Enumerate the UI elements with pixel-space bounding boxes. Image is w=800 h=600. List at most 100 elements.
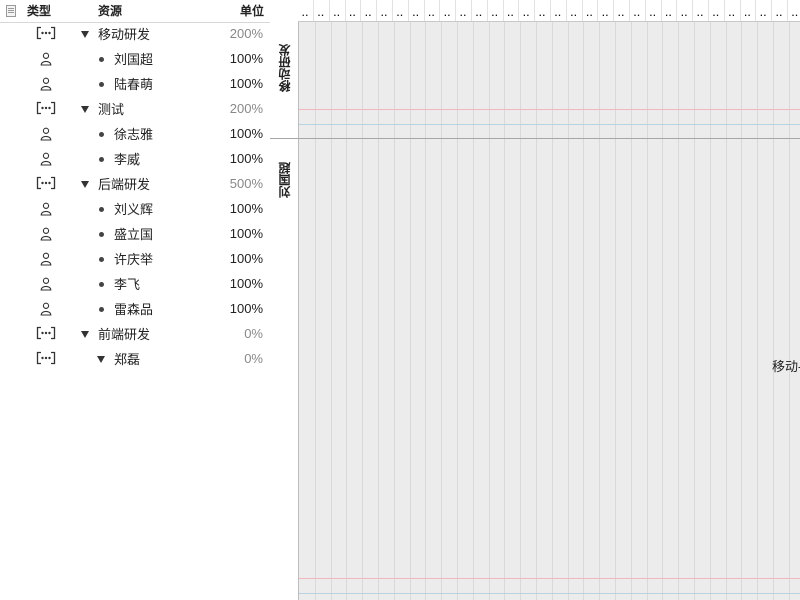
timeline-tick: .. (614, 0, 630, 21)
resource-name: 李飞 (114, 277, 141, 292)
bullet-icon (99, 307, 104, 312)
timeline-tick: .. (630, 0, 646, 21)
group-icon (36, 26, 56, 40)
bullet-icon (99, 132, 104, 137)
expand-triangle-icon[interactable] (97, 356, 105, 363)
resource-unit: 100% (229, 226, 263, 241)
timeline-tick: .. (693, 0, 709, 21)
resource-group-row[interactable]: 郑磊 0% (0, 347, 270, 372)
timeline-tick: .. (598, 0, 615, 21)
resource-list: 移动研发 200% 刘国超 100% 陆春萌 100% 测试 200% 徐志雅 100% 李威 100… (0, 22, 270, 372)
document-icon[interactable] (6, 5, 16, 17)
group-icon (36, 101, 56, 115)
timeline-tick: .. (409, 0, 425, 21)
capacity-limit-line (299, 109, 800, 110)
bullet-icon (99, 232, 104, 237)
timeline-tick: .. (330, 0, 346, 21)
resource-panel: 类型 资源 单位 移动研发 200% 刘国超 100% 陆春萌 100% 测试 200% 徐志雅… (0, 0, 270, 600)
resource-name: 雷森品 (114, 302, 154, 317)
resource-person-row[interactable]: 陆春萌 100% (0, 72, 270, 97)
resource-unit: 200% (229, 26, 263, 41)
bullet-icon (99, 82, 104, 87)
timeline-tick: .. (788, 0, 800, 21)
column-header-type[interactable]: 类型 (27, 4, 51, 18)
resource-name: 后端研发 (98, 177, 151, 192)
resource-unit: 100% (229, 76, 263, 91)
resource-name: 郑磊 (114, 352, 141, 367)
timeline-tick: .. (709, 0, 725, 21)
resource-person-row[interactable]: 刘义辉 100% (0, 197, 270, 222)
person-icon (40, 202, 52, 216)
timeline-header: ........................................… (298, 0, 800, 22)
timeline-tick: .. (567, 0, 583, 21)
resource-person-row[interactable]: 李飞 100% (0, 272, 270, 297)
timeline-tick: .. (740, 0, 757, 21)
task-bar-label[interactable]: 移动- (772, 359, 800, 375)
resource-name: 许庆举 (114, 252, 154, 267)
resource-person-row[interactable]: 李威 100% (0, 147, 270, 172)
timeline-tick: .. (456, 0, 472, 21)
resource-group-row[interactable]: 前端研发 0% (0, 322, 270, 347)
timeline-tick: .. (677, 0, 694, 21)
resource-unit: 100% (229, 251, 263, 266)
bullet-icon (99, 207, 104, 212)
resource-group-row[interactable]: 移动研发 200% (0, 22, 270, 47)
gantt-grid[interactable] (298, 22, 800, 600)
timeline-tick: .. (519, 0, 536, 21)
expand-triangle-icon[interactable] (81, 31, 89, 38)
resource-name: 徐志雅 (114, 127, 154, 142)
expand-triangle-icon[interactable] (81, 181, 89, 188)
resource-unit: 100% (229, 51, 263, 66)
resource-unit: 0% (244, 351, 263, 366)
timeline-tick: .. (472, 0, 488, 21)
bullet-icon (99, 57, 104, 62)
column-header-unit[interactable]: 单位 (240, 4, 264, 18)
timeline-tick: .. (725, 0, 741, 21)
expand-triangle-icon[interactable] (81, 106, 89, 113)
resource-unit: 200% (229, 101, 263, 116)
resource-name: 李威 (114, 152, 141, 167)
load-line (299, 593, 800, 594)
timeline-tick: .. (345, 0, 362, 21)
person-icon (40, 127, 52, 141)
resource-unit: 100% (229, 126, 263, 141)
resource-group-row[interactable]: 测试 200% (0, 97, 270, 122)
resource-name: 前端研发 (98, 327, 151, 342)
group-icon (36, 326, 56, 340)
resource-person-row[interactable]: 许庆举 100% (0, 247, 270, 272)
lane-divider (270, 138, 800, 139)
timeline-tick: .. (646, 0, 662, 21)
timeline-tick: .. (361, 0, 378, 21)
timeline-tick: .. (772, 0, 788, 21)
group-icon (36, 176, 56, 190)
bullet-icon (99, 257, 104, 262)
resource-person-row[interactable]: 盛立国 100% (0, 222, 270, 247)
person-icon (40, 77, 52, 91)
timeline-tick: .. (393, 0, 409, 21)
expand-triangle-icon[interactable] (81, 331, 89, 338)
lane-label-person: 刘国超 (278, 162, 292, 198)
timeline-tick: .. (582, 0, 599, 21)
timeline-tick: .. (424, 0, 441, 21)
resource-unit: 100% (229, 276, 263, 291)
lane-label-group: 移动研发 (278, 44, 292, 92)
resource-name: 盛立国 (114, 227, 154, 242)
resource-person-row[interactable]: 雷森品 100% (0, 297, 270, 322)
gantt-chart-area: ........................................… (270, 0, 800, 600)
person-icon (40, 302, 52, 316)
timeline-tick: .. (298, 0, 314, 21)
timeline-tick: .. (440, 0, 457, 21)
timeline-tick: .. (488, 0, 504, 21)
timeline-tick: .. (377, 0, 393, 21)
resource-name: 刘义辉 (114, 202, 154, 217)
resource-unit: 500% (229, 176, 263, 191)
resource-group-row[interactable]: 后端研发 500% (0, 172, 270, 197)
resource-person-row[interactable]: 刘国超 100% (0, 47, 270, 72)
resource-person-row[interactable]: 徐志雅 100% (0, 122, 270, 147)
bullet-icon (99, 282, 104, 287)
resource-unit: 100% (229, 301, 263, 316)
column-header-resource[interactable]: 资源 (98, 4, 122, 18)
group-icon (36, 351, 56, 365)
resource-name: 刘国超 (114, 52, 154, 67)
timeline-tick: .. (503, 0, 520, 21)
